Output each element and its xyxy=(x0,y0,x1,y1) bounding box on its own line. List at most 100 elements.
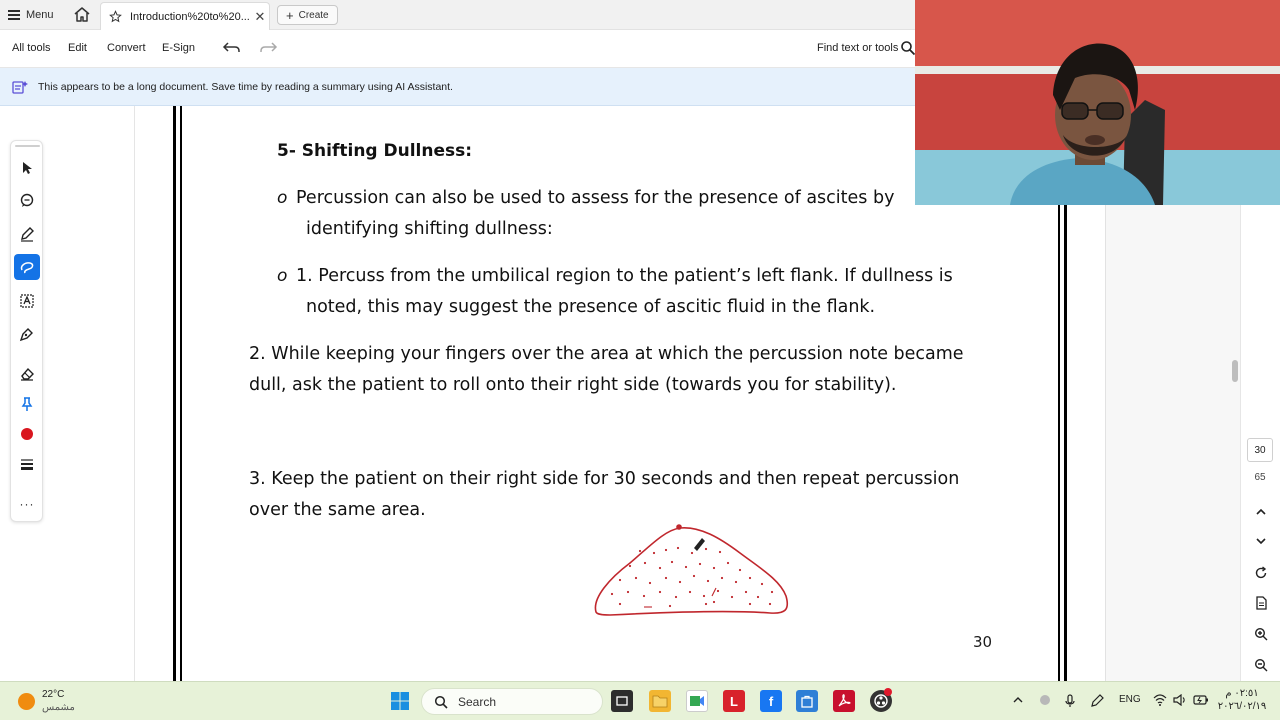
search-icon[interactable] xyxy=(900,40,916,56)
folder-icon xyxy=(652,695,668,708)
presenter-video-feed xyxy=(915,0,1280,205)
chevron-up-icon xyxy=(1013,697,1023,703)
banner-text[interactable]: This appears to be a long document. Save… xyxy=(38,81,453,93)
wifi-button[interactable] xyxy=(1153,694,1167,709)
facebook-icon: f xyxy=(768,693,774,709)
recording-indicator xyxy=(884,688,892,696)
search-label: Search xyxy=(458,694,497,709)
step-3-line-1: 3. Keep the patient on their right side … xyxy=(249,469,960,489)
store-bag-icon xyxy=(801,695,813,708)
sign-tool[interactable] xyxy=(14,321,40,347)
cursor-icon xyxy=(23,162,32,174)
l-app[interactable]: L xyxy=(723,690,745,712)
volume-button[interactable] xyxy=(1173,693,1187,709)
close-tab-icon[interactable]: ✕ xyxy=(251,9,269,25)
previous-page-button[interactable] xyxy=(1252,503,1270,521)
chevron-down-icon xyxy=(1256,538,1266,545)
more-tools-button[interactable]: ··· xyxy=(14,491,40,517)
highlight-tool[interactable] xyxy=(14,221,40,247)
vertical-scrollbar-thumb[interactable] xyxy=(1232,360,1238,382)
all-tools-menu[interactable]: All tools xyxy=(12,42,51,54)
create-label: Create xyxy=(298,9,329,21)
battery-button[interactable] xyxy=(1193,694,1209,709)
zoom-in-button[interactable] xyxy=(1252,625,1270,643)
next-page-button[interactable] xyxy=(1252,532,1270,550)
create-button[interactable]: + Create xyxy=(277,5,338,25)
esign-menu[interactable]: E-Sign xyxy=(162,42,195,54)
section-heading: 5- Shifting Dullness: xyxy=(277,141,473,161)
select-tool[interactable] xyxy=(14,155,40,181)
pen-icon xyxy=(21,227,34,242)
more-icon: ··· xyxy=(19,497,35,511)
bullet-2-line-1: 1. Percuss from the umbilical region to … xyxy=(296,266,953,286)
facebook-app[interactable]: f xyxy=(760,690,782,712)
page-border-right xyxy=(1058,205,1067,681)
pin-tool[interactable] xyxy=(14,391,40,417)
task-view-icon xyxy=(616,696,628,706)
bullet-1-line-2: identifying shifting dullness: xyxy=(306,219,553,239)
cloud-icon xyxy=(1040,695,1050,705)
abdomen-ascites-sketch[interactable] xyxy=(590,518,795,620)
current-page-input[interactable]: 30 xyxy=(1247,438,1273,462)
ai-assistant-icon xyxy=(12,81,28,94)
file-explorer-app[interactable] xyxy=(649,690,671,712)
webcam-overlay xyxy=(915,0,1280,205)
comment-icon xyxy=(20,193,34,207)
document-icon xyxy=(1256,596,1267,610)
find-text-button[interactable]: Find text or tools xyxy=(817,42,898,54)
page-border-left xyxy=(173,106,182,681)
pen-menu-button[interactable] xyxy=(1090,694,1104,711)
redo-button[interactable] xyxy=(258,40,278,56)
acrobat-app[interactable] xyxy=(833,690,855,712)
bullet-1-line-1: Percussion can also be used to assess fo… xyxy=(296,188,895,208)
convert-menu[interactable]: Convert xyxy=(107,42,146,54)
system-clock[interactable]: ٠٢:٥١ م ٢٠٢٦/٠٢/١٩ xyxy=(1212,687,1272,713)
page-thumbnails-button[interactable] xyxy=(1252,594,1270,612)
tray-app-icon[interactable] xyxy=(1038,694,1052,709)
text-box-icon xyxy=(20,294,34,308)
color-picker[interactable] xyxy=(14,421,40,447)
bullet-marker: o xyxy=(277,266,288,286)
page-footer-number: 30 xyxy=(973,633,993,651)
task-view-button[interactable] xyxy=(611,690,633,712)
microphone-button[interactable] xyxy=(1064,694,1076,711)
start-button[interactable] xyxy=(389,690,411,712)
tool-rail: ··· xyxy=(10,140,43,522)
menu-button[interactable]: Menu xyxy=(8,6,54,24)
rotate-button[interactable] xyxy=(1252,564,1270,582)
pen-icon xyxy=(1091,694,1104,707)
language-indicator[interactable]: ENG xyxy=(1119,694,1141,705)
draw-freeform-tool[interactable] xyxy=(14,254,40,280)
edit-menu[interactable]: Edit xyxy=(68,42,87,54)
store-app[interactable] xyxy=(796,690,818,712)
step-3-line-2: over the same area. xyxy=(249,500,426,520)
taskbar-search[interactable]: Search xyxy=(421,688,603,715)
search-icon xyxy=(434,695,448,709)
bullet-2-line-2: noted, this may suggest the presence of … xyxy=(306,297,876,317)
comment-tool[interactable] xyxy=(14,188,40,214)
speaker-icon xyxy=(1173,693,1185,707)
pin-icon xyxy=(21,397,33,411)
video-call-icon xyxy=(690,696,704,706)
tab-title: Introduction%20to%20... xyxy=(130,10,250,23)
step-2-line-2: dull, ask the patient to roll onto their… xyxy=(249,375,897,395)
show-hidden-icons[interactable] xyxy=(1012,694,1024,709)
weather-widget[interactable]: 22°C مشمس xyxy=(18,688,75,714)
line-weight-tool[interactable] xyxy=(14,451,40,477)
menu-label: Menu xyxy=(26,9,54,21)
text-box-tool[interactable] xyxy=(14,288,40,314)
bullet-marker: o xyxy=(277,188,288,208)
home-button[interactable] xyxy=(72,5,92,25)
undo-button[interactable] xyxy=(222,40,242,56)
rail-grip[interactable] xyxy=(15,145,40,147)
weather-description: مشمس xyxy=(42,702,75,713)
windows-logo-icon xyxy=(391,692,409,710)
zoom-out-button[interactable] xyxy=(1252,656,1270,674)
plus-icon: + xyxy=(286,7,294,23)
chevron-up-icon xyxy=(1256,508,1266,515)
line-weight-icon xyxy=(21,459,33,470)
tab-document[interactable]: Introduction%20to%20... ✕ xyxy=(100,2,270,30)
eraser-tool[interactable] xyxy=(14,361,40,387)
meet-app[interactable] xyxy=(686,690,708,712)
sunny-weather-icon xyxy=(18,692,35,710)
